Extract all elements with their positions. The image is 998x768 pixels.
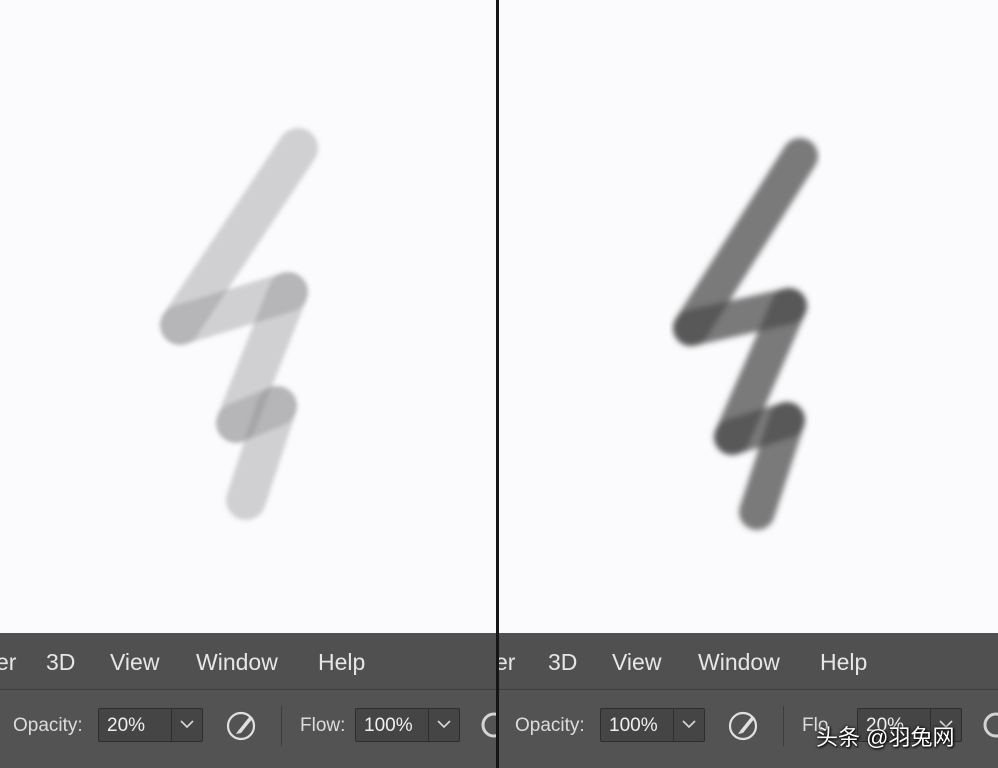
- airbrush-icon[interactable]: [480, 707, 497, 748]
- flow-label: Flow:: [300, 715, 346, 736]
- brush-stroke-left: [160, 128, 318, 520]
- chevron-down-icon: [682, 720, 696, 729]
- menu-bar-left: er 3D View Window Help: [0, 633, 497, 689]
- menu-item-window[interactable]: Window: [196, 649, 278, 676]
- opacity-field[interactable]: 100%: [600, 708, 705, 742]
- menu-item-layer[interactable]: er: [499, 649, 515, 676]
- panel-divider: [496, 0, 499, 768]
- options-bar-left: Opacity: 20% Flow: 100%: [0, 689, 497, 768]
- canvas-right[interactable]: [499, 0, 998, 633]
- flow-value[interactable]: 100%: [364, 715, 413, 737]
- menu-bar-right: er 3D View Window Help: [499, 633, 998, 689]
- chevron-down-icon: [437, 720, 451, 729]
- watermark: 头条 @羽兔网: [816, 725, 955, 750]
- flow-dropdown-button[interactable]: [428, 709, 459, 741]
- menu-item-3d[interactable]: 3D: [548, 649, 577, 676]
- menu-item-view[interactable]: View: [110, 649, 159, 676]
- opacity-value[interactable]: 100%: [609, 715, 658, 737]
- menu-item-view[interactable]: View: [612, 649, 661, 676]
- opacity-label: Opacity:: [515, 715, 585, 736]
- opacity-label: Opacity:: [13, 715, 83, 736]
- pressure-opacity-icon[interactable]: [224, 707, 260, 748]
- airbrush-icon[interactable]: [982, 707, 998, 748]
- flow-field[interactable]: 100%: [355, 708, 460, 742]
- menu-item-3d[interactable]: 3D: [46, 649, 75, 676]
- opacity-value[interactable]: 20%: [107, 715, 145, 737]
- canvas-left[interactable]: [0, 0, 497, 633]
- toolbar-separator: [281, 706, 282, 746]
- left-comparison-panel: er 3D View Window Help Opacity: 20% Flow…: [0, 0, 497, 768]
- menu-item-window[interactable]: Window: [698, 649, 780, 676]
- opacity-dropdown-button[interactable]: [171, 709, 202, 741]
- menu-item-layer[interactable]: er: [0, 649, 16, 676]
- opacity-dropdown-button[interactable]: [673, 709, 704, 741]
- right-comparison-panel: er 3D View Window Help Opacity: 100% Flo…: [499, 0, 998, 768]
- chevron-down-icon: [180, 720, 194, 729]
- opacity-field[interactable]: 20%: [98, 708, 203, 742]
- brush-stroke-right: [673, 138, 818, 530]
- pressure-opacity-icon[interactable]: [726, 707, 762, 748]
- menu-item-help[interactable]: Help: [318, 649, 365, 676]
- menu-item-help[interactable]: Help: [820, 649, 867, 676]
- toolbar-separator: [783, 706, 784, 746]
